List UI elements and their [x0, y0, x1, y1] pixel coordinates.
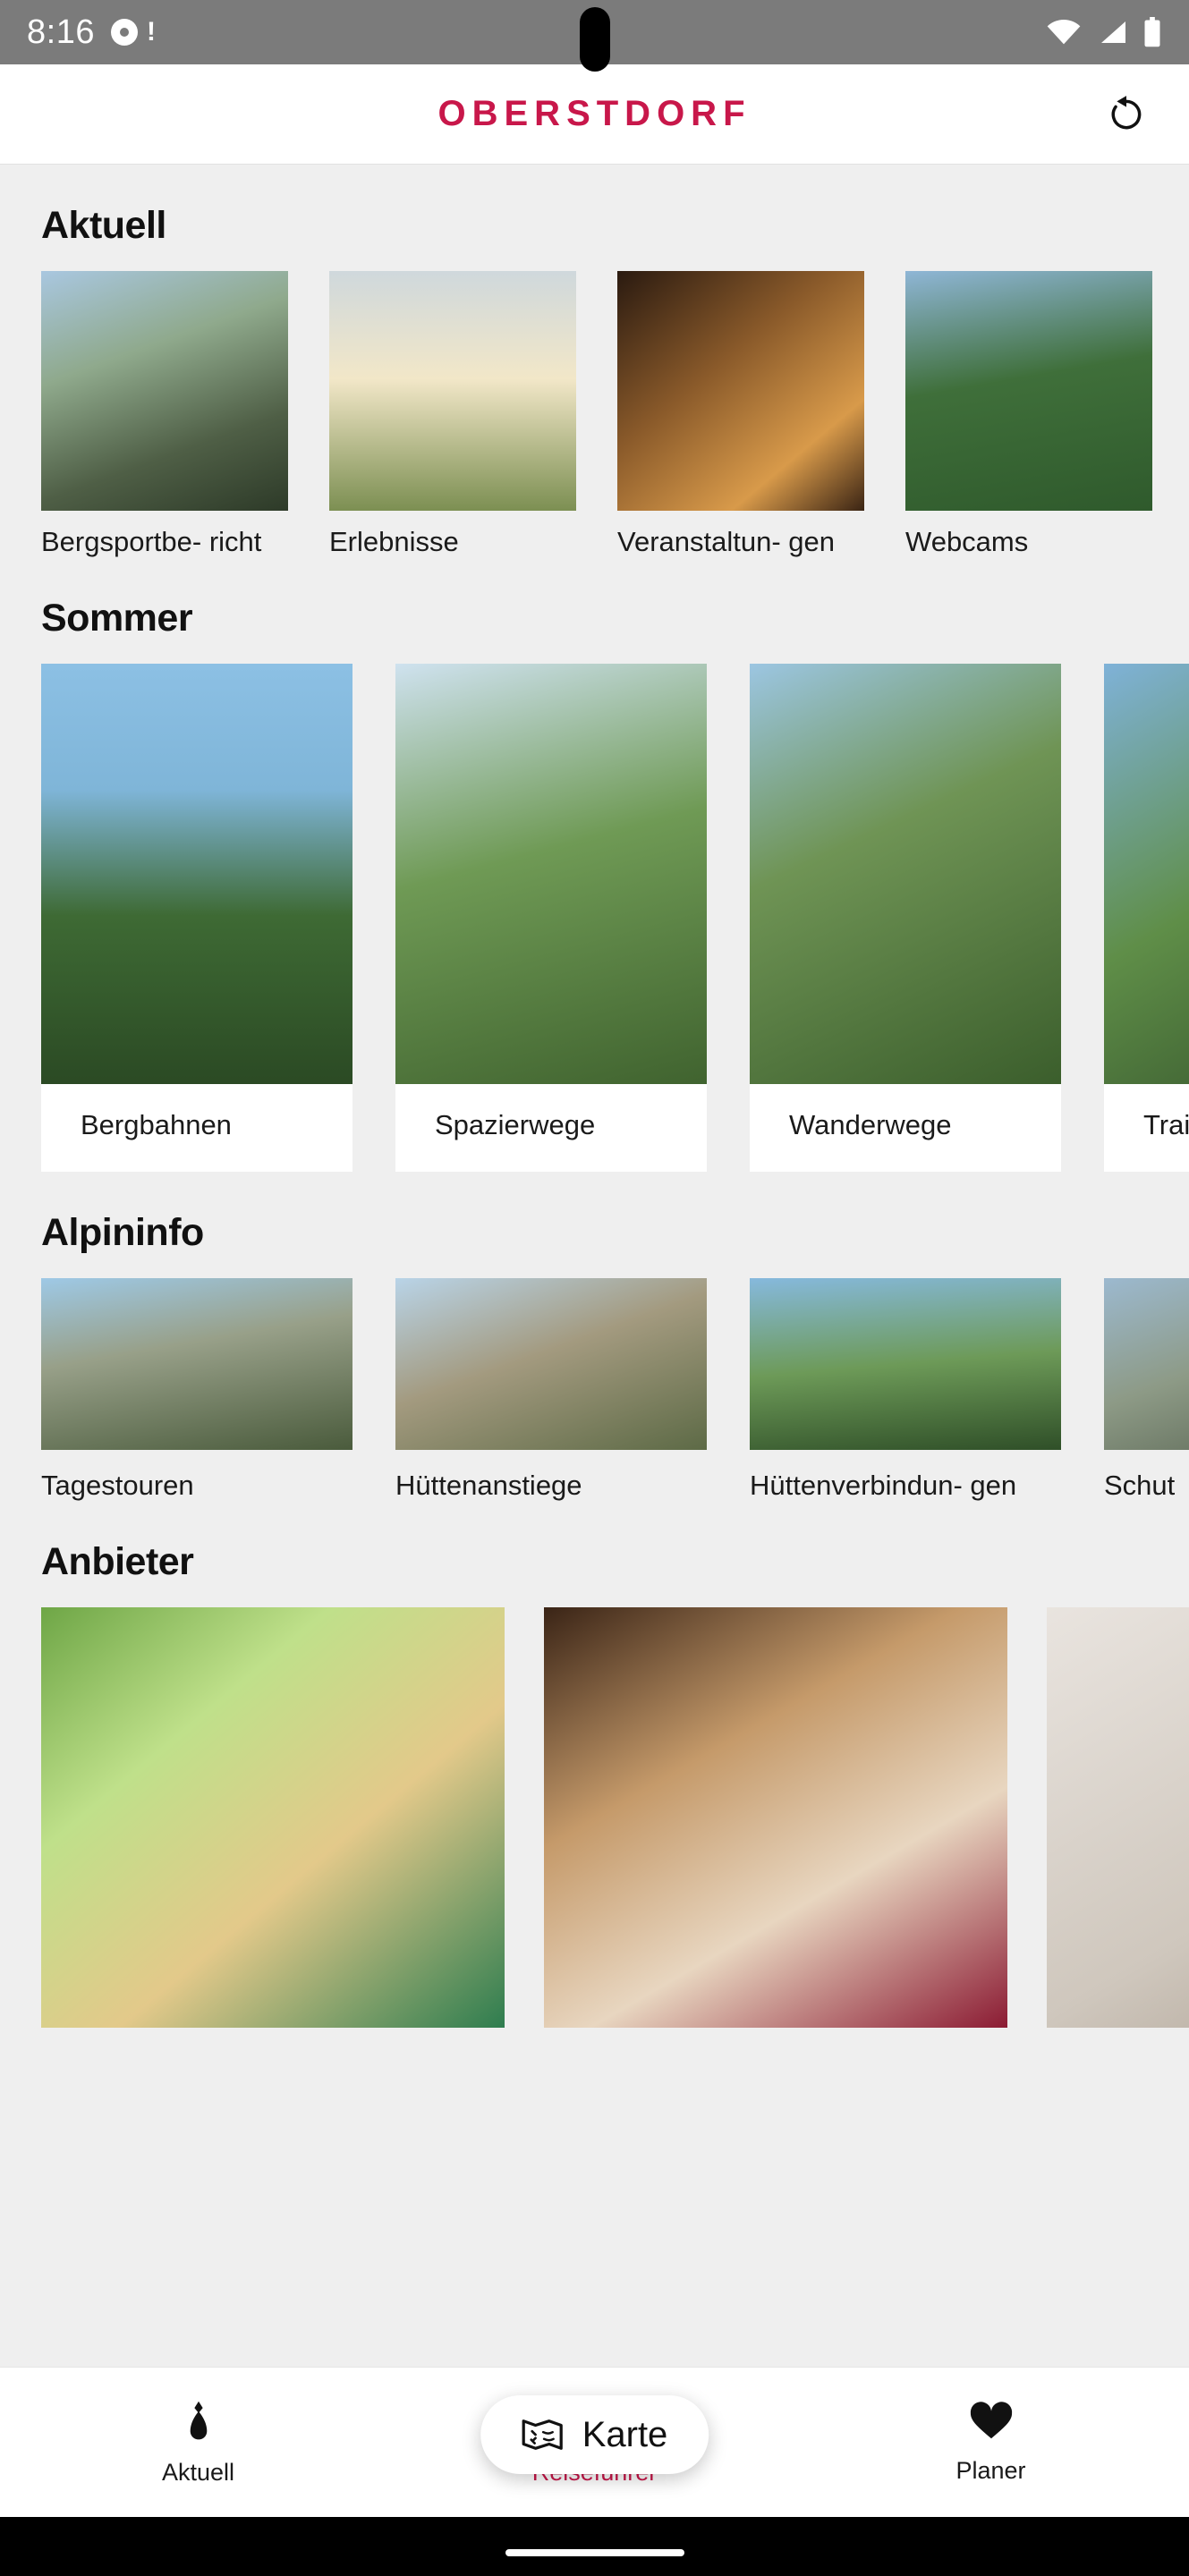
- card-trailstrecken[interactable]: Trail Stre: [1104, 664, 1189, 1172]
- card-image: [395, 664, 707, 1085]
- anbieter-tile-2[interactable]: [544, 1606, 1007, 2028]
- refresh-button[interactable]: [1101, 89, 1151, 140]
- tile-veranstaltungen[interactable]: Veranstaltun- gen: [617, 271, 864, 557]
- card-image: [750, 664, 1061, 1085]
- status-bar-right: [1046, 17, 1162, 47]
- section-title-anbieter: Anbieter: [41, 1539, 194, 1583]
- status-bar: 8:16 !: [0, 0, 1189, 72]
- card-spazierwege[interactable]: Spazierwege: [395, 664, 707, 1172]
- tile-label: Hüttenverbindun- gen: [750, 1469, 1017, 1501]
- camera-notch: [579, 7, 610, 72]
- tile-image: [1104, 1277, 1189, 1450]
- nav-item-aktuell[interactable]: Aktuell: [0, 2398, 396, 2487]
- notification-bang-icon: !: [146, 17, 156, 47]
- tile-erlebnisse[interactable]: Erlebnisse: [329, 271, 576, 557]
- section-title-sommer: Sommer: [41, 597, 193, 640]
- heart-icon: [970, 2402, 1012, 2439]
- tile-label: Bergsportbe- richt: [41, 526, 262, 557]
- message-dot-icon: [110, 19, 138, 46]
- card-image: [1104, 664, 1189, 1085]
- status-bar-left: 8:16 !: [27, 13, 156, 52]
- tile-bergsportbericht[interactable]: Bergsportbe- richt: [41, 271, 288, 557]
- tile-schutzhuetten[interactable]: Schut: [1104, 1277, 1189, 1501]
- card-label: Spazierwege: [435, 1109, 596, 1141]
- anbieter-tile-1[interactable]: [41, 1606, 505, 2028]
- alpininfo-row[interactable]: Tagestouren Hüttenanstiege Hüttenverbind…: [0, 1277, 1189, 1501]
- refresh-icon: [1111, 95, 1142, 129]
- anbieter-tile-3[interactable]: [1047, 1606, 1189, 2028]
- section-title-alpininfo: Alpininfo: [41, 1210, 204, 1254]
- card-bergbahnen[interactable]: Bergbahnen: [41, 664, 352, 1172]
- karte-button-label: Karte: [582, 2414, 668, 2454]
- scroll-content[interactable]: Aktuell Bergsportbe- richt Erlebnisse Ve…: [0, 165, 1189, 2374]
- map-folded-icon: [522, 2419, 563, 2450]
- wifi-icon: [1047, 20, 1081, 45]
- tile-image: [41, 1606, 505, 2028]
- tile-image: [1047, 1606, 1189, 2028]
- tile-image: [905, 271, 1152, 511]
- tile-label: Veranstaltun- gen: [617, 526, 836, 557]
- tile-label: Tagestouren: [41, 1469, 194, 1501]
- tile-image: [750, 1277, 1061, 1450]
- tile-image: [41, 1277, 352, 1450]
- tile-huettenverbindungen[interactable]: Hüttenverbindun- gen: [750, 1277, 1061, 1501]
- card-wanderwege[interactable]: Wanderwege: [750, 664, 1061, 1172]
- nav-label: Planer: [955, 2457, 1026, 2484]
- karte-button[interactable]: Karte: [480, 2395, 709, 2474]
- tile-huettenanstiege[interactable]: Hüttenanstiege: [395, 1277, 707, 1501]
- oberstdorf-logo: OBERSTDORF: [437, 94, 752, 133]
- tile-label: Erlebnisse: [329, 526, 459, 557]
- card-label: Bergbahnen: [81, 1109, 232, 1141]
- tile-label: Hüttenanstiege: [395, 1469, 582, 1501]
- aktuell-row[interactable]: Bergsportbe- richt Erlebnisse Veranstalt…: [0, 271, 1189, 557]
- app-screen: 8:16 ! OBERSTDORF Aktuell Bergsportbe- r…: [0, 0, 1189, 2576]
- tile-image: [329, 271, 576, 511]
- nav-item-planer[interactable]: Planer: [793, 2400, 1189, 2485]
- tile-image: [395, 1277, 707, 1450]
- tile-image: [41, 271, 288, 511]
- card-image: [41, 664, 352, 1085]
- tile-label: Schut: [1104, 1469, 1176, 1501]
- sommer-row[interactable]: Bergbahnen Spazierwege Wanderwege Trail …: [0, 664, 1189, 1172]
- anbieter-row[interactable]: [0, 1606, 1189, 2028]
- section-title-aktuell: Aktuell: [41, 204, 166, 247]
- tile-image: [617, 271, 864, 511]
- flame-icon: [190, 2401, 207, 2440]
- gesture-bar: [0, 2517, 1189, 2576]
- nav-label: Aktuell: [161, 2459, 235, 2486]
- card-label: Trail Stre: [1143, 1109, 1189, 1141]
- tile-tagestouren[interactable]: Tagestouren: [41, 1277, 352, 1501]
- tile-image: [544, 1606, 1007, 2028]
- tile-label: Webcams: [905, 526, 1029, 557]
- tile-webcams[interactable]: Webcams: [905, 271, 1152, 557]
- card-label: Wanderwege: [789, 1109, 952, 1141]
- app-header: OBERSTDORF: [0, 64, 1189, 165]
- signal-bars-icon: [1101, 21, 1125, 43]
- battery-icon: [1144, 17, 1160, 47]
- status-bar-clock: 8:16: [27, 13, 95, 51]
